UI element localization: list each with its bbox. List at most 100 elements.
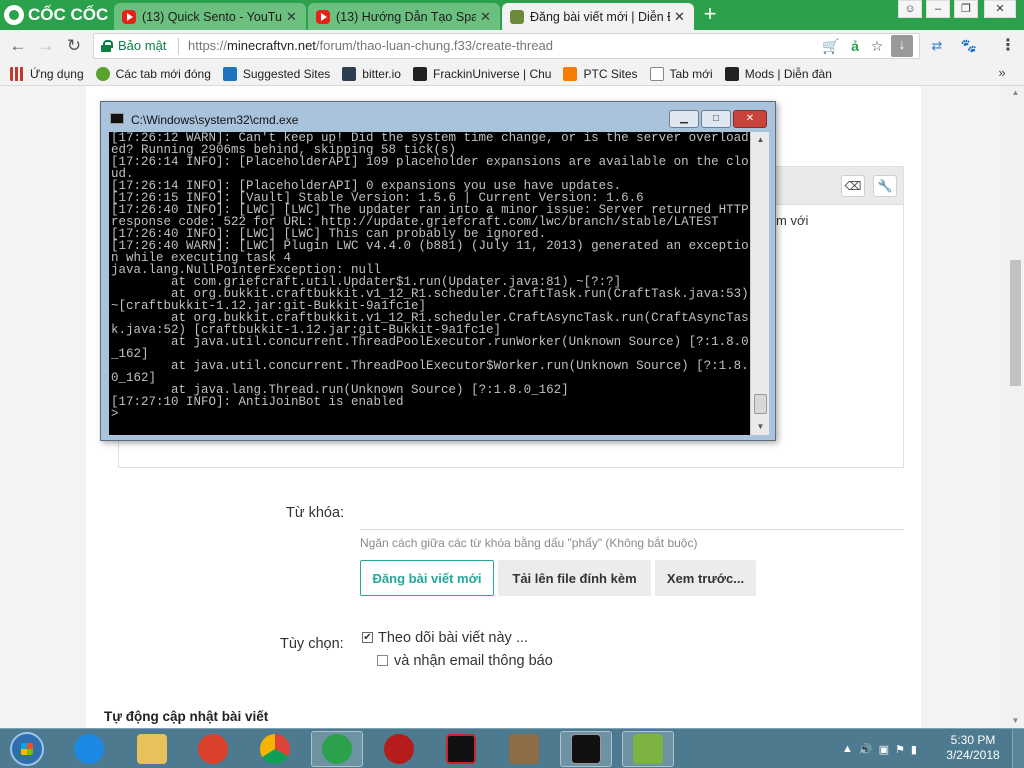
person-icon[interactable]: ☺ (898, 0, 922, 18)
cmd-icon (571, 734, 601, 764)
cmd-titlebar[interactable]: C:\Windows\system32\cmd.exe ▁ □ ✕ (101, 102, 775, 130)
coccoc-logo[interactable]: CỐC CỐC (4, 4, 108, 26)
bookmark-frackin[interactable]: FrackinUniverse | Chu (407, 63, 558, 85)
upload-attachment-button[interactable]: Tải lên file đính kèm (498, 560, 651, 596)
watch-thread-checkbox[interactable]: ✔ (362, 632, 373, 643)
tab-huong-dan[interactable]: (13) Hướng Dẫn Tạo Spawn ✕ (308, 3, 500, 30)
tab-title: (13) Hướng Dẫn Tạo Spawn (336, 9, 476, 24)
bookmark-apps[interactable]: Ứng dụng (0, 63, 90, 85)
bookmark-ptc-sites[interactable]: PTC Sites (557, 63, 643, 85)
keyword-input[interactable] (360, 529, 904, 530)
restore-icon[interactable]: ❐ (954, 0, 978, 18)
eraser-icon[interactable]: ⌫ (841, 175, 865, 197)
bookmark-bitter[interactable]: bitter.io (336, 63, 407, 85)
close-tab-icon[interactable]: ✕ (674, 9, 686, 25)
address-bar-row: ← → ↻ Bảo mật https://minecraftvn.net/fo… (0, 30, 1024, 62)
cmd-minimize-button[interactable]: ▁ (669, 110, 699, 128)
ccleaner-icon (198, 734, 228, 764)
translate-icon[interactable]: ả (846, 37, 864, 55)
taskbar-notepadpp[interactable] (622, 731, 674, 767)
cmd-window-icon (110, 113, 124, 124)
auto-update-title: Tự động cập nhật bài viết (104, 709, 269, 724)
mods-icon (724, 66, 739, 81)
taskbar-garena-red[interactable] (373, 731, 425, 767)
bookmark-new-tab[interactable]: Tab mới (644, 63, 719, 85)
taskbar-clock[interactable]: 5:30 PM 3/24/2018 (937, 733, 1009, 763)
show-desktop-button[interactable] (1012, 729, 1024, 768)
cmd-scrollbar-thumb[interactable] (754, 394, 767, 414)
email-notify-checkbox[interactable] (377, 655, 388, 666)
preview-button[interactable]: Xem trước... (655, 560, 756, 596)
back-icon[interactable]: ← (8, 36, 28, 56)
reload-icon[interactable]: ↻ (64, 36, 84, 56)
tab-title: (13) Quick Sento - YouTube (142, 9, 282, 24)
tab-quick-sento[interactable]: (13) Quick Sento - YouTube ✕ (114, 3, 306, 30)
bookmark-mods[interactable]: Mods | Diễn đàn (719, 63, 838, 85)
download-icon[interactable]: ↓ (891, 35, 913, 57)
scroll-up-icon[interactable]: ▲ (1007, 86, 1024, 100)
taskbar-ie[interactable] (63, 731, 115, 767)
tab-dang-bai-viet[interactable]: Đăng bài viết mới | Diễn Đàn ✕ (502, 3, 694, 30)
cmd-scroll-up-icon[interactable]: ▲ (751, 132, 769, 148)
url-text: https://minecraftvn.net/forum/thao-luan-… (188, 38, 553, 53)
minecraft-icon (510, 9, 524, 24)
minimize-icon[interactable]: – (926, 0, 950, 18)
bookmarks-bar: Ứng dụng Các tab mới đóng Suggested Site… (0, 62, 1024, 86)
address-input[interactable]: Bảo mật https://minecraftvn.net/forum/th… (93, 33, 920, 59)
taskbar-cmd[interactable] (560, 731, 612, 767)
cmd-scrollbar[interactable]: ▲ ▼ (750, 132, 769, 435)
close-icon[interactable]: ✕ (984, 0, 1016, 18)
system-tray: ▲ 🔊 ▣ ⚑ ▮ (842, 740, 917, 758)
bookmark-recent-tabs[interactable]: Các tab mới đóng (90, 63, 217, 85)
page-scrollbar[interactable]: ▲ ▼ (1007, 86, 1024, 728)
address-divider (178, 38, 179, 55)
new-tab-button[interactable]: + (698, 3, 722, 27)
page-icon (649, 66, 664, 81)
tab-title: Đăng bài viết mới | Diễn Đàn (530, 9, 670, 24)
forward-icon[interactable]: → (36, 36, 56, 56)
cmd-window[interactable]: C:\Windows\system32\cmd.exe ▁ □ ✕ [17:26… (100, 101, 776, 441)
taskbar-chrome[interactable] (249, 731, 301, 767)
cmd-output: [17:26:12 WARN]: Can't keep up! Did the … (111, 132, 749, 421)
bookmark-suggested-sites[interactable]: Suggested Sites (217, 63, 336, 85)
browser-menu-icon[interactable]: ⋮ (1000, 36, 1016, 56)
start-button[interactable] (4, 731, 50, 767)
taskbar-minecraft[interactable] (498, 731, 550, 767)
close-tab-icon[interactable]: ✕ (286, 9, 298, 25)
extension-cat-icon[interactable]: 🐾 (960, 37, 978, 55)
scroll-down-icon[interactable]: ▼ (1007, 714, 1024, 728)
power-icon[interactable]: ▮ (911, 743, 917, 756)
watch-thread-label: Theo dõi bài viết này ... (378, 630, 528, 646)
cart-icon[interactable]: 🛒 (822, 37, 840, 55)
volume-icon[interactable]: 🔊 (859, 743, 873, 756)
bing-icon (222, 66, 237, 81)
post-thread-button[interactable]: Đăng bài viết mới (360, 560, 494, 596)
bookmark-label: bitter.io (362, 66, 401, 81)
taskbar-explorer[interactable] (126, 731, 178, 767)
taskbar-ccleaner[interactable] (187, 731, 239, 767)
tray-expand-icon[interactable]: ▲ (842, 743, 853, 755)
history-icon (95, 66, 110, 81)
network-icon[interactable]: ▣ (879, 743, 889, 756)
bitter-icon (342, 66, 357, 81)
star-icon[interactable]: ☆ (868, 37, 886, 55)
coccoc-logo-icon (4, 5, 24, 25)
lock-icon (101, 40, 113, 52)
cmd-maximize-button[interactable]: □ (701, 110, 731, 128)
cmd-window-title: C:\Windows\system32\cmd.exe (131, 113, 299, 127)
cmd-console[interactable]: [17:26:12 WARN]: Can't keep up! Did the … (109, 132, 769, 435)
close-tab-icon[interactable]: ✕ (480, 9, 492, 25)
wrench-icon[interactable]: 🔧 (873, 175, 897, 197)
cmd-scroll-down-icon[interactable]: ▼ (751, 419, 769, 435)
flag-icon[interactable]: ⚑ (895, 743, 905, 756)
cmd-close-button[interactable]: ✕ (733, 110, 767, 128)
email-notify-label: và nhận email thông báo (394, 653, 553, 669)
page-scrollbar-thumb[interactable] (1010, 260, 1021, 386)
blogger-icon (563, 66, 578, 81)
bookmark-label: FrackinUniverse | Chu (432, 66, 552, 81)
bookmarks-more-icon[interactable]: » (992, 65, 1012, 83)
extension-translate-icon[interactable]: ⇄ (928, 37, 946, 55)
taskbar-garena[interactable] (435, 731, 487, 767)
youtube-icon (122, 9, 136, 24)
taskbar-coccoc[interactable] (311, 731, 363, 767)
